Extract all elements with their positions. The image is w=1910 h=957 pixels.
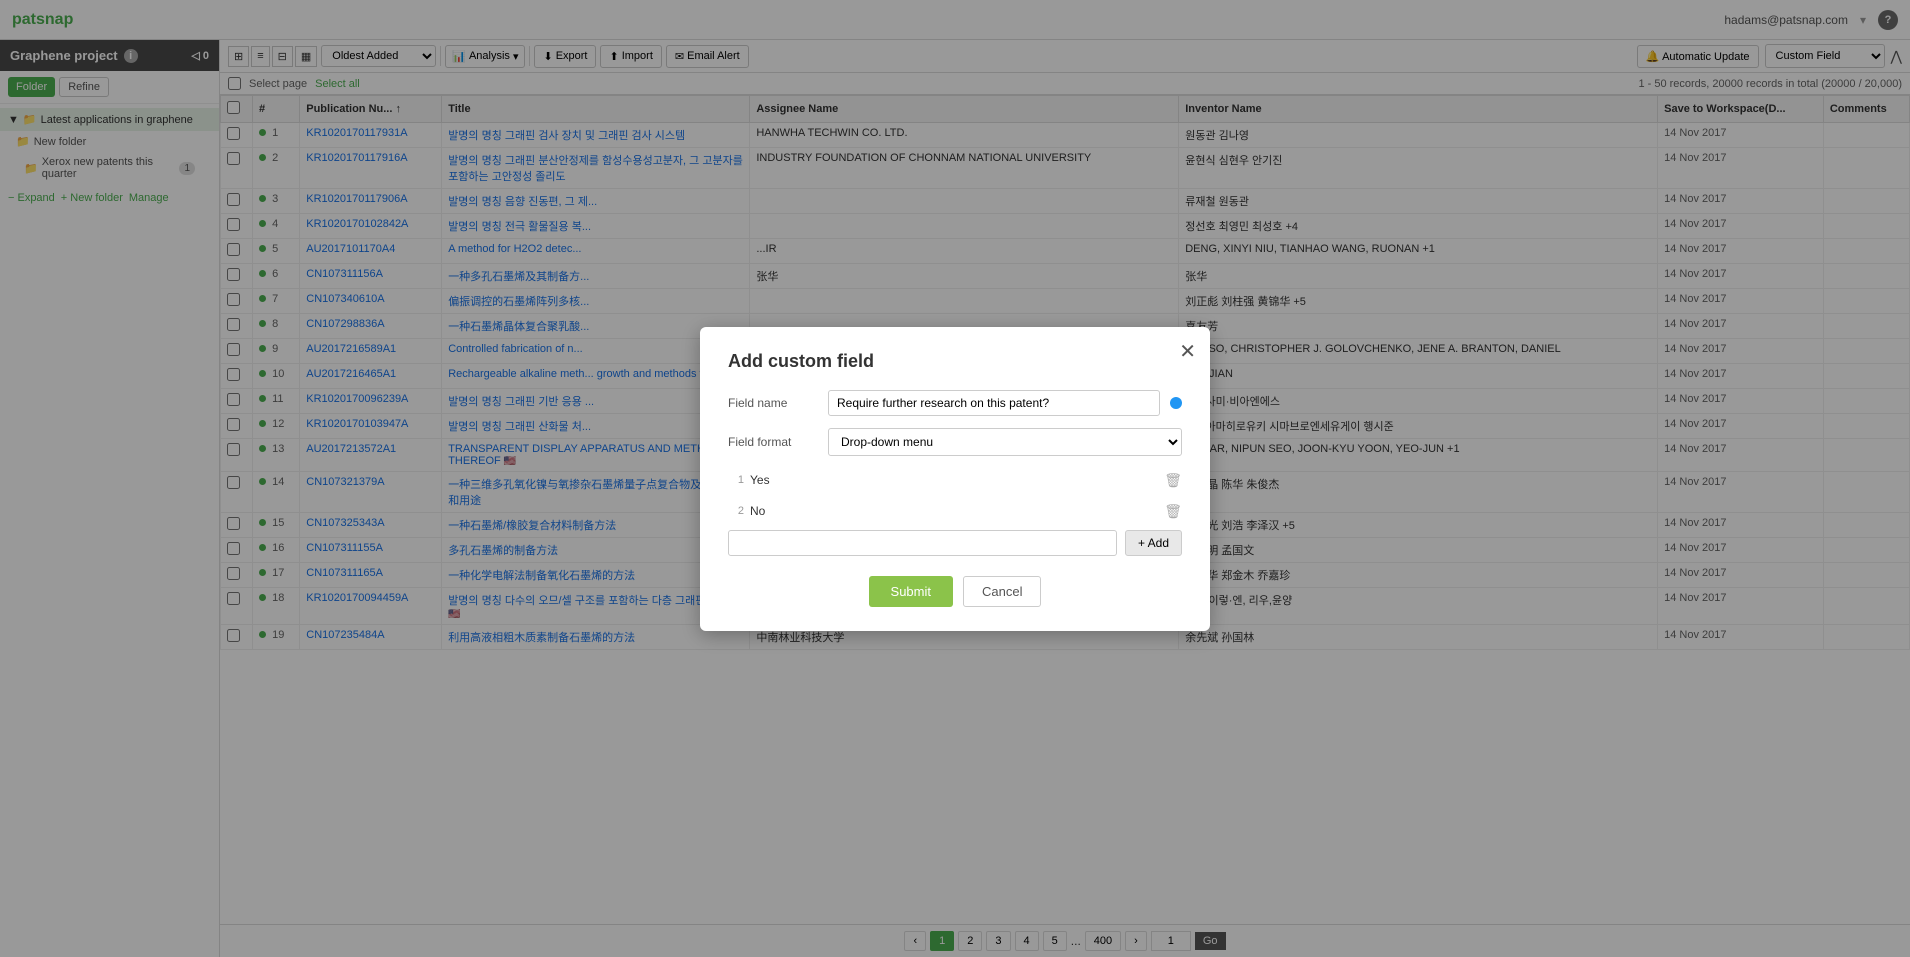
field-name-label: Field name [728, 396, 818, 410]
field-indicator [1170, 397, 1182, 409]
field-format-row: Field format Drop-down menu Text Date Nu… [728, 428, 1182, 456]
options-list: 1 Yes 🗑 2 No 🗑 [728, 468, 1182, 524]
option-row-1: 1 Yes 🗑 [728, 468, 1182, 493]
cancel-button[interactable]: Cancel [963, 576, 1041, 607]
add-custom-field-modal: Add custom field ✕ Field name Field form… [700, 327, 1210, 631]
option-delete-1[interactable]: 🗑 [1164, 472, 1182, 489]
modal-title: Add custom field [728, 351, 1182, 372]
option-num-2: 2 [728, 505, 744, 517]
option-text-1: Yes [750, 473, 1158, 487]
field-name-row: Field name [728, 390, 1182, 416]
modal-overlay: Add custom field ✕ Field name Field form… [0, 0, 1910, 957]
add-option-row: + Add [728, 530, 1182, 556]
field-format-select[interactable]: Drop-down menu Text Date Number [828, 428, 1182, 456]
option-delete-2[interactable]: 🗑 [1164, 503, 1182, 520]
add-option-input[interactable] [728, 530, 1117, 556]
field-name-input[interactable] [828, 390, 1160, 416]
add-option-button[interactable]: + Add [1125, 530, 1182, 556]
field-format-label: Field format [728, 435, 818, 449]
option-row-2: 2 No 🗑 [728, 499, 1182, 524]
option-text-2: No [750, 504, 1158, 518]
modal-actions: Submit Cancel [728, 576, 1182, 607]
option-num-1: 1 [728, 474, 744, 486]
submit-button[interactable]: Submit [869, 576, 953, 607]
modal-close-button[interactable]: ✕ [1179, 339, 1196, 364]
